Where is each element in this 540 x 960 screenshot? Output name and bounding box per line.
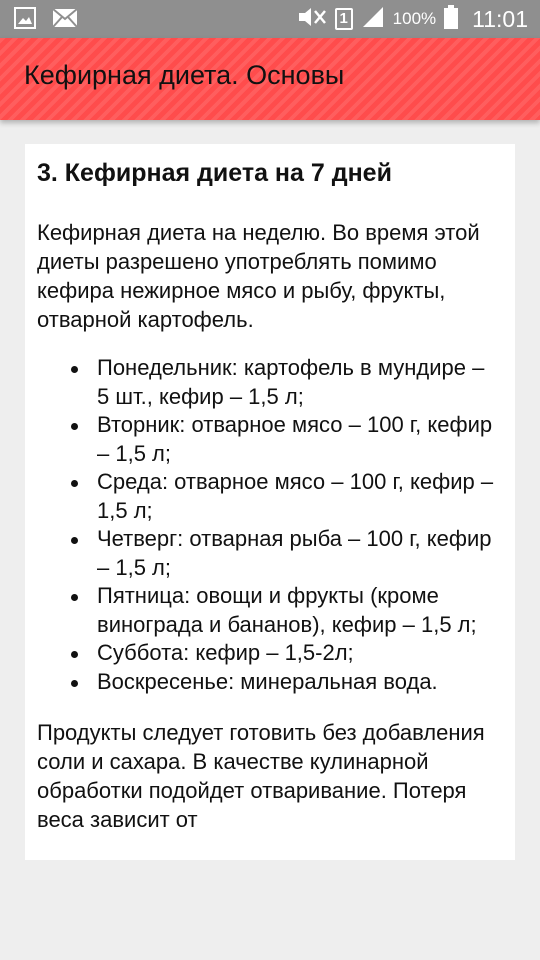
article-outro: Продукты следует готовить без добавления…	[37, 720, 485, 832]
article-card[interactable]: 3. Кефирная диета на 7 дней Кефирная дие…	[25, 144, 515, 860]
image-icon	[14, 7, 36, 34]
list-item-monday: Понедельник: картофель в мундире – 5 шт.…	[71, 354, 501, 411]
clock: 11:01	[472, 5, 528, 32]
app-title: Кефирная диета. Основы	[24, 60, 345, 90]
battery-icon	[444, 4, 459, 34]
mute-icon	[297, 5, 327, 34]
sim-icon: 1	[334, 8, 353, 30]
mail-icon	[52, 8, 78, 33]
list-item-friday: Пятница: овощи и фрукты (кроме винограда…	[71, 582, 501, 639]
list-item-saturday: Суббота: кефир – 1,5-2л;	[71, 639, 501, 668]
list-item-thursday: Четверг: отварная рыба – 100 г, кефир – …	[71, 525, 501, 582]
app-bar: Кефирная диета. Основы	[0, 38, 540, 120]
article-heading: 3. Кефирная диета на 7 дней	[37, 159, 392, 187]
day-list: Понедельник: картофель в мундире – 5 шт.…	[37, 354, 501, 696]
signal-icon	[361, 5, 385, 34]
list-item-wednesday: Среда: отварное мясо – 100 г, кефир – 1,…	[71, 468, 501, 525]
status-bar: 1 100% 11:01	[0, 0, 540, 38]
battery-percent: 100%	[392, 9, 437, 28]
list-item-sunday: Воскресенье: минеральная вода.	[71, 668, 501, 697]
article-intro: Кефирная диета на неделю. Во время этой …	[37, 220, 480, 332]
list-item-tuesday: Вторник: отварное мясо – 100 г, кефир – …	[71, 411, 501, 468]
